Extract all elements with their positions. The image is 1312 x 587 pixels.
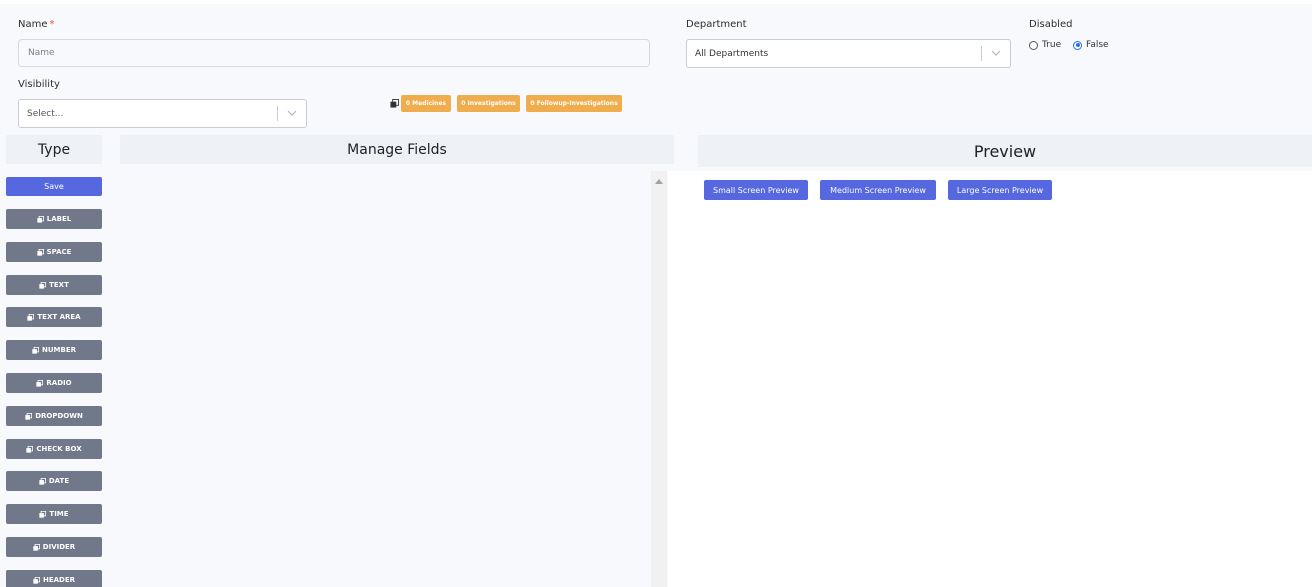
preview-area [668, 171, 1312, 587]
copy-icon [33, 543, 40, 551]
type-button-label: LABEL [46, 215, 72, 223]
copy-icon [39, 281, 47, 289]
copy-icon[interactable] [390, 99, 399, 108]
disabled-label: Disabled [1029, 19, 1073, 30]
type-panel-title: Type [6, 135, 102, 164]
disabled-radio-true[interactable]: True [1029, 40, 1061, 50]
visibility-select[interactable]: Select... [18, 99, 307, 128]
copy-icon [33, 576, 40, 584]
type-button-text-area[interactable]: TEXT AREA [6, 307, 102, 327]
type-button-label: DIVIDER [42, 543, 76, 551]
copy-icon [36, 379, 44, 387]
visibility-placeholder: Select... [27, 108, 64, 119]
visibility-label: Visibility [18, 79, 60, 90]
type-button-dropdown[interactable]: DROPDOWN [6, 406, 102, 426]
department-label: Department [686, 19, 747, 30]
preview-title: Preview [698, 135, 1312, 167]
name-label-text: Name [18, 19, 48, 30]
type-button-label: SPACE [46, 248, 72, 256]
fields-scrollbar[interactable] [651, 171, 667, 587]
manage-fields-title: Manage Fields [120, 135, 674, 164]
department-select[interactable]: All Departments [686, 39, 1011, 68]
type-button-time[interactable]: TIME [6, 504, 102, 524]
type-button-header[interactable]: HEADER [6, 570, 102, 587]
medium-screen-preview-button[interactable]: Medium Screen Preview [820, 180, 936, 200]
medicines-badge[interactable]: 0 Medicines [401, 95, 451, 112]
copy-icon [39, 510, 47, 518]
type-button-label: CHECK BOX [36, 445, 82, 453]
small-screen-preview-button[interactable]: Small Screen Preview [704, 180, 808, 200]
investigations-badge[interactable]: 0 Investigations [457, 95, 520, 112]
type-button-label[interactable]: LABEL [6, 209, 102, 229]
type-button-label: NUMBER [41, 346, 76, 354]
followup-investigations-badge[interactable]: 0 Followup-Investigations [526, 95, 622, 112]
copy-icon [26, 445, 34, 453]
type-button-label: RADIO [46, 379, 72, 387]
radio-true-label: True [1042, 40, 1062, 50]
copy-icon [32, 346, 39, 354]
type-button-space[interactable]: SPACE [6, 242, 102, 262]
type-button-label: DATE [48, 477, 70, 485]
radio-true[interactable] [1029, 40, 1038, 50]
type-button-radio[interactable]: RADIO [6, 373, 102, 393]
type-button-label: TEXT [49, 281, 69, 289]
chevron-down-icon [991, 50, 1001, 56]
type-button-label: DROPDOWN [35, 412, 83, 420]
type-button-number[interactable]: NUMBER [6, 340, 102, 360]
department-value: All Departments [695, 48, 769, 59]
copy-icon [36, 248, 44, 256]
save-button[interactable]: Save [6, 177, 102, 196]
copy-icon [37, 215, 44, 223]
disabled-radio-false[interactable]: False [1073, 40, 1109, 50]
triangle-up-icon[interactable] [655, 179, 663, 184]
manage-fields-area[interactable] [120, 171, 667, 587]
type-button-text[interactable]: TEXT [6, 275, 102, 295]
type-button-date[interactable]: DATE [6, 471, 102, 491]
app-root: Name * Name Department All Departments Di… [0, 4, 1312, 587]
type-button-check-box[interactable]: CHECK BOX [6, 439, 102, 459]
name-input[interactable]: Name [18, 39, 650, 67]
name-label: Name * [18, 19, 55, 30]
copy-icon [39, 477, 46, 485]
type-button-label: TEXT AREA [37, 313, 81, 321]
copy-icon [25, 412, 33, 420]
radio-false[interactable] [1073, 40, 1082, 50]
large-screen-preview-button[interactable]: Large Screen Preview [948, 180, 1052, 200]
select-separator [981, 46, 982, 61]
radio-false-label: False [1086, 40, 1109, 50]
select-separator [277, 106, 278, 121]
type-button-label: TIME [49, 510, 69, 518]
type-button-divider[interactable]: DIVIDER [6, 537, 102, 557]
required-marker: * [49, 19, 55, 30]
type-button-label: HEADER [42, 576, 76, 584]
name-placeholder: Name [28, 48, 55, 58]
copy-icon [27, 313, 35, 321]
chevron-down-icon [287, 110, 297, 116]
